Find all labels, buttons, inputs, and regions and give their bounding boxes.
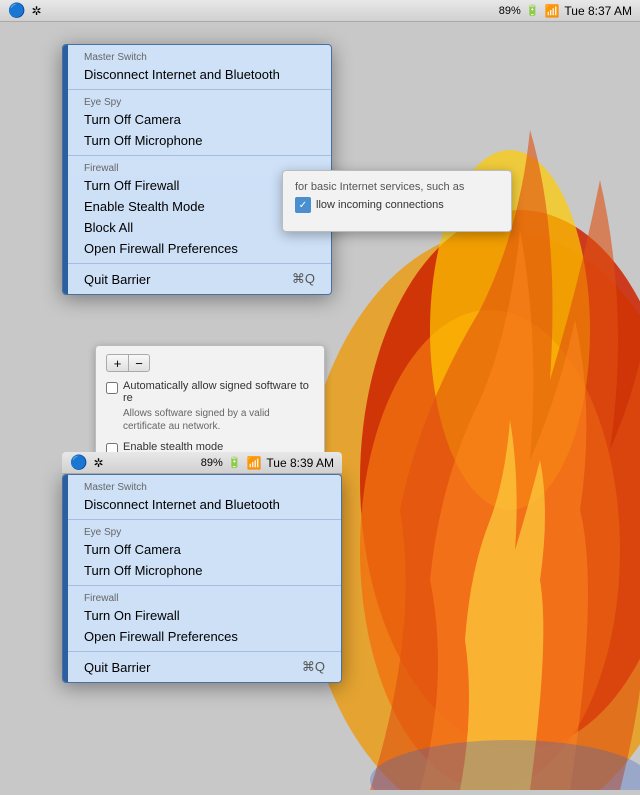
turn-off-camera-item-2[interactable]: Turn Off Camera [68, 539, 341, 560]
menu-2-accent-bar [63, 475, 68, 682]
menu-accent-bar [63, 45, 68, 294]
eye-spy-label-2: Eye Spy [68, 524, 341, 539]
menubar-time-2: Tue 8:39 AM [266, 456, 334, 470]
barrier-app-icon-2[interactable]: 🔵 [70, 454, 87, 471]
eye-spy-label: Eye Spy [68, 94, 331, 109]
menubar-2-status: 89% 🔋 📶 Tue 8:39 AM [201, 456, 334, 470]
master-switch-section: Master Switch Disconnect Internet and Bl… [68, 45, 331, 90]
allow-checkbox[interactable]: ✓ [295, 197, 311, 213]
allow-connections-label: llow incoming connections [316, 199, 444, 211]
wifi-icon-2: 📶 [246, 456, 261, 470]
add-button[interactable]: + [106, 354, 128, 372]
disconnect-internet-item[interactable]: Disconnect Internet and Bluetooth [68, 64, 331, 85]
auto-allow-label: Automatically allow signed software to r… [123, 380, 314, 404]
wifi-icon: 📶 [544, 4, 559, 18]
menubar-status-icons: 89% 🔋 📶 Tue 8:37 AM [499, 4, 632, 18]
remove-button[interactable]: − [128, 354, 150, 372]
menubar-2-left: 🔵 ✲ [70, 454, 104, 471]
bluetooth-icon-2: ✲ [93, 456, 103, 470]
eye-spy-section-2: Eye Spy Turn Off Camera Turn Off Microph… [68, 520, 341, 586]
firewall-desc-text: for basic Internet services, such as [295, 181, 499, 193]
allow-connections-row[interactable]: ✓ llow incoming connections [295, 197, 499, 213]
battery-icon-2: 🔋 [228, 456, 242, 469]
auto-allow-row: Automatically allow signed software to r… [106, 380, 314, 404]
master-switch-section-2: Master Switch Disconnect Internet and Bl… [68, 475, 341, 520]
dropdown-menu-2: Master Switch Disconnect Internet and Bl… [62, 474, 342, 683]
battery-percentage-2: 89% [201, 457, 223, 469]
auto-allow-subtext: Allows software signed by a valid certif… [123, 407, 314, 433]
turn-on-firewall-item[interactable]: Turn On Firewall [68, 605, 341, 626]
quit-section-2: Quit Barrier ⌘Q [68, 652, 341, 682]
firewall-detail-panel: for basic Internet services, such as ✓ l… [282, 170, 512, 232]
battery-percentage: 89% [499, 5, 521, 17]
auto-allow-checkbox[interactable] [106, 382, 118, 394]
menubar-1: 🔵 ✲ 89% 🔋 📶 Tue 8:37 AM [0, 0, 640, 22]
master-switch-label: Master Switch [68, 49, 331, 64]
disconnect-internet-item-2[interactable]: Disconnect Internet and Bluetooth [68, 494, 341, 515]
bluetooth-icon: ✲ [31, 4, 41, 18]
firewall-section-2: Firewall Turn On Firewall Open Firewall … [68, 586, 341, 652]
battery-icon: 🔋 [526, 4, 540, 17]
turn-off-microphone-item[interactable]: Turn Off Microphone [68, 130, 331, 151]
barrier-app-icon[interactable]: 🔵 [8, 2, 25, 19]
firewall-label-2: Firewall [68, 590, 341, 605]
open-firewall-prefs-item[interactable]: Open Firewall Preferences [68, 238, 331, 259]
menubar-2: 🔵 ✲ 89% 🔋 📶 Tue 8:39 AM [62, 452, 342, 474]
master-switch-label-2: Master Switch [68, 479, 341, 494]
quit-barrier-item-2[interactable]: Quit Barrier ⌘Q [68, 656, 341, 678]
menubar-time: Tue 8:37 AM [564, 4, 632, 18]
quit-barrier-item[interactable]: Quit Barrier ⌘Q [68, 268, 331, 290]
eye-spy-section: Eye Spy Turn Off Camera Turn Off Microph… [68, 90, 331, 156]
turn-off-microphone-item-2[interactable]: Turn Off Microphone [68, 560, 341, 581]
menubar-left-icons: 🔵 ✲ [8, 2, 42, 19]
quit-section: Quit Barrier ⌘Q [68, 264, 331, 294]
add-remove-button-row: + − [106, 354, 314, 372]
turn-off-camera-item[interactable]: Turn Off Camera [68, 109, 331, 130]
open-firewall-prefs-item-2[interactable]: Open Firewall Preferences [68, 626, 341, 647]
